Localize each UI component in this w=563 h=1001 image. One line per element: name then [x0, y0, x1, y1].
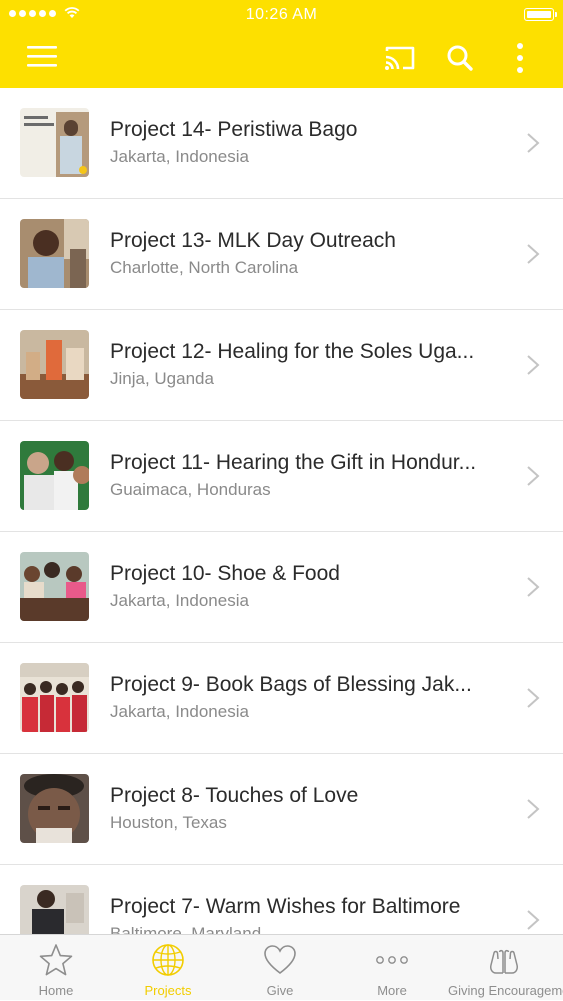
tab-label: Giving Encouragemen [448, 983, 563, 998]
project-thumbnail [20, 663, 89, 732]
project-title: Project 8- Touches of Love [110, 784, 359, 807]
hamburger-menu-icon[interactable] [26, 44, 58, 68]
tab-label: More [377, 983, 407, 998]
project-thumbnail [20, 330, 89, 399]
chevron-right-icon [527, 466, 540, 486]
project-row-11[interactable]: Project 11- Hearing the Gift in Hondur..… [0, 421, 563, 532]
project-location: Baltimore, Maryland [110, 924, 262, 934]
tab-home[interactable]: Home [0, 935, 112, 1001]
cast-icon[interactable] [384, 44, 416, 72]
chevron-right-icon [527, 577, 540, 597]
status-bar: 10:26 AM [0, 0, 563, 30]
project-row-7[interactable]: Project 7- Warm Wishes for Baltimore Bal… [0, 865, 563, 934]
app-header: 10:26 AM [0, 0, 563, 88]
globe-icon [152, 944, 184, 976]
project-thumbnail [20, 774, 89, 843]
project-location: Jakarta, Indonesia [110, 702, 249, 721]
project-row-8[interactable]: Project 8- Touches of Love Houston, Texa… [0, 754, 563, 865]
tab-projects[interactable]: Projects [112, 935, 224, 1001]
project-row-12[interactable]: Project 12- Healing for the Soles Uga...… [0, 310, 563, 421]
chevron-right-icon [527, 688, 540, 708]
tab-giving-encouragement[interactable]: Giving Encouragemen [448, 935, 563, 1001]
project-title: Project 7- Warm Wishes for Baltimore [110, 895, 461, 918]
project-row-13[interactable]: Project 13- MLK Day Outreach Charlotte, … [0, 199, 563, 310]
project-location: Jinja, Uganda [110, 369, 214, 388]
project-title: Project 9- Book Bags of Blessing Jak... [110, 673, 472, 696]
project-thumbnail [20, 885, 89, 934]
project-location: Jakarta, Indonesia [110, 591, 249, 610]
project-title: Project 11- Hearing the Gift in Hondur..… [110, 451, 477, 474]
praying-hands-icon [490, 949, 518, 974]
project-row-14[interactable]: Project 14- Peristiwa Bago Jakarta, Indo… [0, 88, 563, 199]
project-thumbnail [20, 441, 89, 510]
more-dots-icon [376, 956, 408, 964]
chevron-right-icon [527, 244, 540, 264]
chevron-right-icon [527, 133, 540, 153]
battery-icon [524, 8, 557, 21]
project-list[interactable]: Project 14- Peristiwa Bago Jakarta, Indo… [0, 88, 563, 934]
heart-icon [264, 945, 296, 975]
project-title: Project 14- Peristiwa Bago [110, 118, 358, 141]
project-location: Charlotte, North Carolina [110, 258, 299, 277]
project-title: Project 12- Healing for the Soles Uga... [110, 340, 475, 363]
project-thumbnail [20, 108, 89, 177]
chevron-right-icon [527, 355, 540, 375]
project-thumbnail [20, 219, 89, 288]
tab-label: Home [38, 983, 74, 998]
tab-label: Projects [144, 983, 192, 998]
top-toolbar [0, 30, 563, 88]
chevron-right-icon [527, 910, 540, 930]
project-thumbnail [20, 552, 89, 621]
tab-give[interactable]: Give [224, 935, 336, 1001]
tab-bar: Home Projects Give More Giving Encourage… [0, 934, 563, 1000]
project-location: Guaimaca, Honduras [110, 480, 271, 499]
project-title: Project 10- Shoe & Food [110, 562, 340, 585]
more-vertical-icon[interactable] [512, 42, 528, 74]
search-icon[interactable] [446, 44, 474, 72]
project-location: Jakarta, Indonesia [110, 147, 249, 166]
chevron-right-icon [527, 799, 540, 819]
tab-more[interactable]: More [336, 935, 448, 1001]
status-time: 10:26 AM [245, 6, 318, 23]
project-title: Project 13- MLK Day Outreach [110, 229, 396, 252]
project-row-10[interactable]: Project 10- Shoe & Food Jakarta, Indones… [0, 532, 563, 643]
project-location: Houston, Texas [110, 813, 227, 832]
project-row-9[interactable]: Project 9- Book Bags of Blessing Jak... … [0, 643, 563, 754]
star-icon [39, 944, 73, 976]
tab-label: Give [266, 983, 294, 998]
